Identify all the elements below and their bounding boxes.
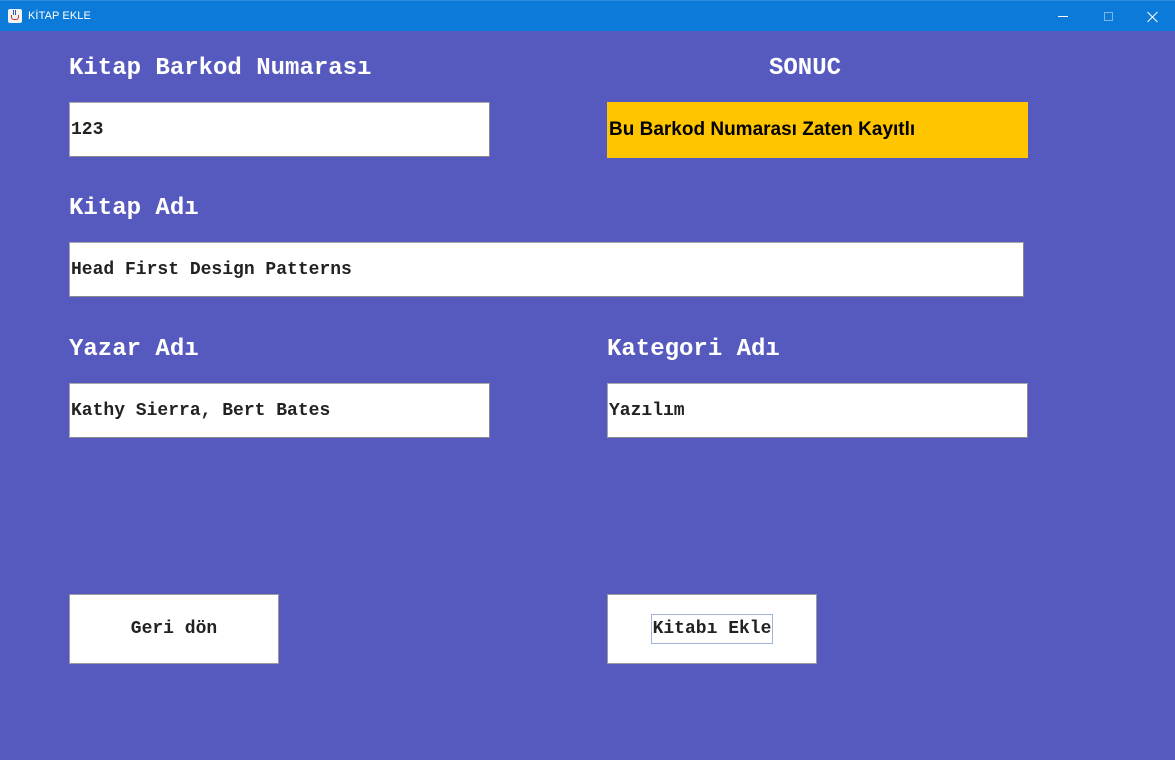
back-button[interactable]: Geri dön (69, 594, 279, 664)
close-button[interactable] (1130, 1, 1175, 32)
barcode-input[interactable] (69, 102, 490, 157)
maximize-button[interactable] (1085, 1, 1131, 32)
add-book-button[interactable]: Kitabı Ekle (607, 594, 817, 664)
kitap-ekle-window: KİTAP EKLE Kitap Barkod Numarası SONUC B… (0, 0, 1175, 760)
window-title: KİTAP EKLE (28, 10, 91, 22)
book-name-input[interactable] (69, 242, 1024, 297)
result-label: SONUC (769, 55, 842, 82)
add-book-button-label: Kitabı Ekle (650, 614, 774, 644)
java-cup-icon (8, 9, 22, 23)
author-input[interactable] (69, 383, 490, 438)
close-icon (1147, 11, 1159, 23)
category-label: Kategori Adı (607, 336, 780, 363)
result-message-box: Bu Barkod Numarası Zaten Kayıtlı (607, 102, 1028, 158)
category-input[interactable] (607, 383, 1028, 438)
maximize-icon (1103, 12, 1113, 21)
author-label: Yazar Adı (69, 336, 199, 363)
result-message: Bu Barkod Numarası Zaten Kayıtlı (609, 119, 916, 140)
minimize-icon (1058, 16, 1068, 17)
barcode-label: Kitap Barkod Numarası (69, 55, 372, 82)
book-name-label: Kitap Adı (69, 195, 199, 222)
title-bar[interactable]: KİTAP EKLE (0, 0, 1175, 31)
back-button-label: Geri dön (130, 619, 218, 639)
minimize-button[interactable] (1040, 1, 1086, 32)
